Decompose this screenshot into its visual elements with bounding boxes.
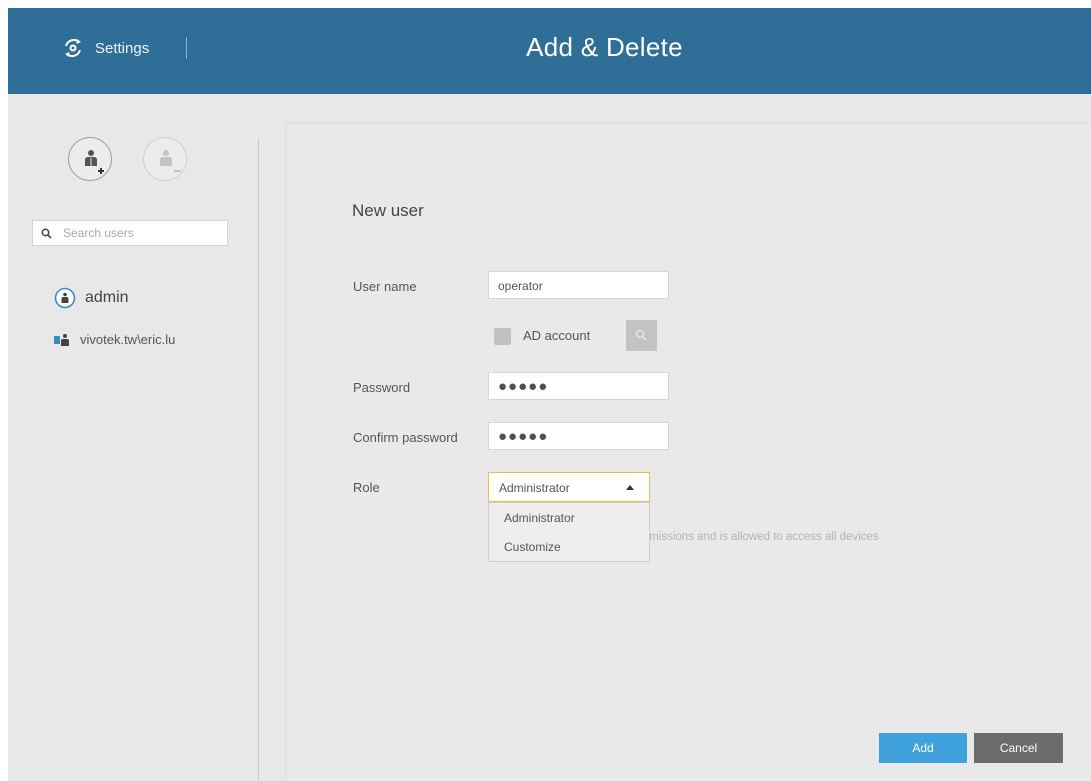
search-box: [32, 220, 228, 246]
cancel-button[interactable]: Cancel: [974, 733, 1063, 763]
role-description: ermissions and is allowed to access all …: [639, 531, 879, 543]
ad-user-icon: [54, 333, 69, 346]
caret-up-icon: [626, 485, 634, 490]
password-input[interactable]: ●●●●●: [488, 372, 669, 400]
app-window: Settings Add & Delete Search users admin…: [8, 8, 1091, 781]
ad-search-button[interactable]: [626, 320, 657, 351]
username-label: User name: [353, 279, 417, 294]
user-form-panel: [287, 124, 1091, 781]
add-user-icon: [85, 150, 104, 174]
form-title: New user: [352, 201, 424, 220]
add-user-button[interactable]: [68, 137, 112, 181]
role-option-administrator[interactable]: Administrator: [504, 511, 575, 525]
top-bar: Settings Add & Delete: [8, 8, 1091, 94]
role-label: Role: [353, 480, 380, 495]
search-icon: [41, 228, 52, 239]
confirm-password-label: Confirm password: [353, 430, 458, 445]
user-name: vivotek.tw\eric.lu: [80, 332, 176, 347]
confirm-password-input[interactable]: ●●●●●: [488, 422, 669, 450]
username-input[interactable]: operator: [488, 271, 669, 299]
remove-user-button[interactable]: [143, 137, 187, 181]
sidebar: admin vivotek.tw\eric.lu: [8, 94, 258, 781]
ad-account-checkbox[interactable]: [494, 328, 511, 345]
role-select[interactable]: Administrator: [488, 472, 650, 502]
role-dropdown-menu: Administrator Customize: [488, 502, 650, 562]
page-title: Add & Delete: [526, 32, 683, 62]
search-icon: [635, 329, 647, 341]
add-button[interactable]: Add: [879, 733, 967, 763]
user-name: admin: [85, 289, 129, 306]
user-circle-icon: [54, 287, 76, 309]
remove-user-icon: [160, 150, 181, 172]
search-input[interactable]: [63, 224, 221, 242]
user-list-item-admin[interactable]: admin: [54, 287, 129, 309]
ad-account-label: AD account: [523, 328, 591, 343]
sidebar-divider: [258, 138, 259, 781]
password-label: Password: [353, 380, 411, 395]
user-list-item-ad[interactable]: vivotek.tw\eric.lu: [54, 332, 175, 347]
role-selected-value: Administrator: [499, 481, 570, 495]
role-option-customize[interactable]: Customize: [504, 540, 561, 554]
